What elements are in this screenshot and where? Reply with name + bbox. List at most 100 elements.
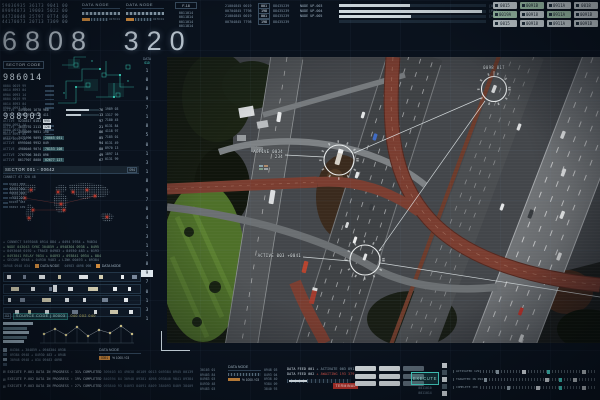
vertical-digit: 7 bbox=[141, 196, 153, 205]
vertical-digit: 5 bbox=[141, 131, 153, 140]
data-feed-row[interactable]: DATA FEED 001 + ACTIVATE 003 891 bbox=[287, 366, 353, 371]
vertical-digit: 0 bbox=[141, 288, 153, 297]
source-constellation-chart bbox=[36, 322, 136, 346]
mini-row: 09483 03 bbox=[200, 387, 226, 392]
orange-chip bbox=[82, 18, 90, 21]
bottom-data-node: DATA NODE % 1000 / 03 bbox=[228, 365, 261, 382]
node-id: 88435239 bbox=[273, 4, 297, 8]
data-feed-row[interactable]: DATA FEED 002 + AWAITING 193 379 bbox=[287, 371, 353, 376]
seq-block bbox=[11, 287, 19, 291]
seq-block bbox=[68, 287, 73, 291]
vertical-digit: 8 bbox=[141, 260, 153, 269]
node-label: NODE UP-005 bbox=[300, 14, 336, 18]
status-pill: 00918 bbox=[520, 11, 544, 18]
tick-bar bbox=[135, 18, 152, 21]
status-pill: 0018 bbox=[574, 2, 598, 9]
execute-button[interactable]: EXECUTE bbox=[411, 372, 439, 385]
corner-bracket bbox=[161, 331, 190, 351]
lower-log-line: 30948 0948 + 034 09483 4098 bbox=[10, 358, 97, 363]
status-pill-grid: 00150091B0911A00180019A009180911A0091B00… bbox=[493, 2, 598, 27]
top-data-nodes: DATA NODE 0170 01 DATA NODE 0170 01 bbox=[82, 2, 164, 21]
map-title: SECTOR 001 - 00642 bbox=[5, 167, 55, 172]
node-serial: 00704845 7798 bbox=[225, 20, 255, 24]
data-node-mini: DATA NODE 0170 01 bbox=[126, 2, 164, 21]
source-code-panel: 03 SOURCE CODE | 00003 040 002 040 bbox=[3, 312, 141, 346]
sector-code-a: 986014 bbox=[3, 73, 54, 83]
vertical-sub: 010 bbox=[141, 61, 153, 65]
binary-strip-row: ACTIVATED 129 bbox=[453, 369, 596, 374]
seq-block bbox=[121, 275, 124, 279]
node-id: 88435239 bbox=[273, 20, 297, 24]
node-id: 88435239 bbox=[273, 14, 297, 18]
source-value: 040 002 040 bbox=[70, 314, 96, 318]
vertical-digit: 1 bbox=[141, 315, 153, 324]
highlight-chip: 126 bbox=[43, 125, 51, 129]
seq-block bbox=[88, 287, 98, 291]
sector-map-panel: SECTOR 001 - 00642 094 CONNECT 67 320 48… bbox=[3, 166, 139, 232]
map-badge: 094 bbox=[127, 167, 137, 173]
vertical-digit: 1 bbox=[141, 251, 153, 260]
strip-label: COMPLETE 100 bbox=[455, 385, 479, 389]
seq-block bbox=[132, 275, 137, 279]
aux-value: 0131 99 bbox=[105, 157, 139, 163]
checkbox-icon: ⊠ bbox=[3, 377, 6, 382]
vertical-digit: 9 bbox=[141, 187, 153, 196]
vertical-digit: 9 bbox=[141, 95, 153, 104]
node-progress-bar bbox=[339, 4, 486, 7]
execute-control: EXECUTE 00110100011014 bbox=[411, 372, 439, 396]
vertical-digit: 1 bbox=[141, 150, 153, 159]
highlight-chip: 995 bbox=[43, 119, 51, 123]
vertical-digit: 8 bbox=[141, 122, 153, 131]
map-left-rows: 04983 03409384 08404830 94809483 0348493… bbox=[3, 182, 33, 210]
sequencer-header-numbers: 04983 4098 098 bbox=[64, 264, 91, 268]
aerial-surveillance-view: ACTIVE 0034 234 0098 017 ACTIVE 003 +004… bbox=[167, 57, 600, 343]
binary-strips: ACTIVATED 129 TARGETED IN 094 COMPLETE 1… bbox=[453, 369, 596, 393]
seq-block bbox=[102, 298, 108, 302]
strip-label: TARGETED IN 094 bbox=[455, 377, 484, 381]
data-node-value: 0170 01 bbox=[109, 17, 120, 21]
binary-strip-row: TARGETED IN 094 bbox=[453, 377, 596, 382]
node-id: 88435239 bbox=[273, 9, 297, 13]
data-node-label: DATA NODE bbox=[126, 2, 164, 9]
sequencer-track bbox=[3, 284, 141, 294]
tick-bar bbox=[91, 18, 108, 21]
seq-block bbox=[8, 298, 11, 302]
data-node-label: DATA NODE bbox=[82, 2, 120, 9]
seq-block bbox=[113, 287, 117, 291]
orange-chip bbox=[126, 18, 134, 21]
data-feed-list: DATA FEED 001 + ACTIVATE 003 891 DATA FE… bbox=[287, 366, 353, 377]
node-value: % 1000 / 03 bbox=[242, 378, 259, 382]
vertical-digit: 1 bbox=[141, 168, 153, 177]
status-pill: 0015 bbox=[493, 20, 517, 27]
tick-ruler bbox=[228, 373, 261, 376]
execute-row: ⊠ EXECUTE P-003 DATA IN PROGRESS : 27% C… bbox=[3, 383, 233, 390]
active-progress-bars bbox=[66, 109, 99, 120]
node-serial: 21004845 0019 bbox=[225, 4, 255, 8]
bar-chip: 02677 127 bbox=[43, 158, 64, 162]
map-subtitle: CONNECT 67 320 48 bbox=[3, 175, 139, 179]
seq-block bbox=[42, 298, 51, 302]
vertical-digit: 7 bbox=[141, 278, 153, 287]
vertical-digit: 3 bbox=[141, 233, 153, 242]
seq-block bbox=[20, 298, 25, 302]
vertical-digit: 1 bbox=[141, 67, 153, 76]
status-pill: 0091B bbox=[574, 11, 598, 18]
data-node-label: DATA NODE bbox=[99, 348, 141, 354]
vertical-digit: 0 bbox=[141, 76, 153, 85]
node-serial: 21004845 0019 bbox=[225, 14, 255, 18]
source-tag: 03 bbox=[3, 313, 11, 319]
circle-b-label: 0098 017 bbox=[483, 65, 505, 70]
execute-status-rows: ⊠ EXECUTE P-001 DATA IN PROGRESS : 31% C… bbox=[3, 368, 233, 390]
vertical-digit: 4 bbox=[141, 214, 153, 223]
data-node-label: DATA NODE bbox=[96, 264, 121, 268]
orange-badge: 0391 bbox=[99, 356, 110, 361]
node-label: NODE UP-004 bbox=[300, 9, 336, 13]
checkbox-icon: ⊠ bbox=[3, 369, 6, 374]
vertical-digit: 8 bbox=[141, 177, 153, 186]
terminal-log: + CONNECT 5493048 0914 884 + 0494 5934 +… bbox=[3, 240, 141, 263]
bar-chip: 20065 051 bbox=[43, 136, 64, 140]
seq-block bbox=[79, 275, 88, 279]
vertical-digit: 8 bbox=[141, 85, 153, 94]
seq-block bbox=[23, 275, 26, 279]
vertical-digits: DATA 010 1089718501318970413118970131 bbox=[141, 57, 153, 324]
